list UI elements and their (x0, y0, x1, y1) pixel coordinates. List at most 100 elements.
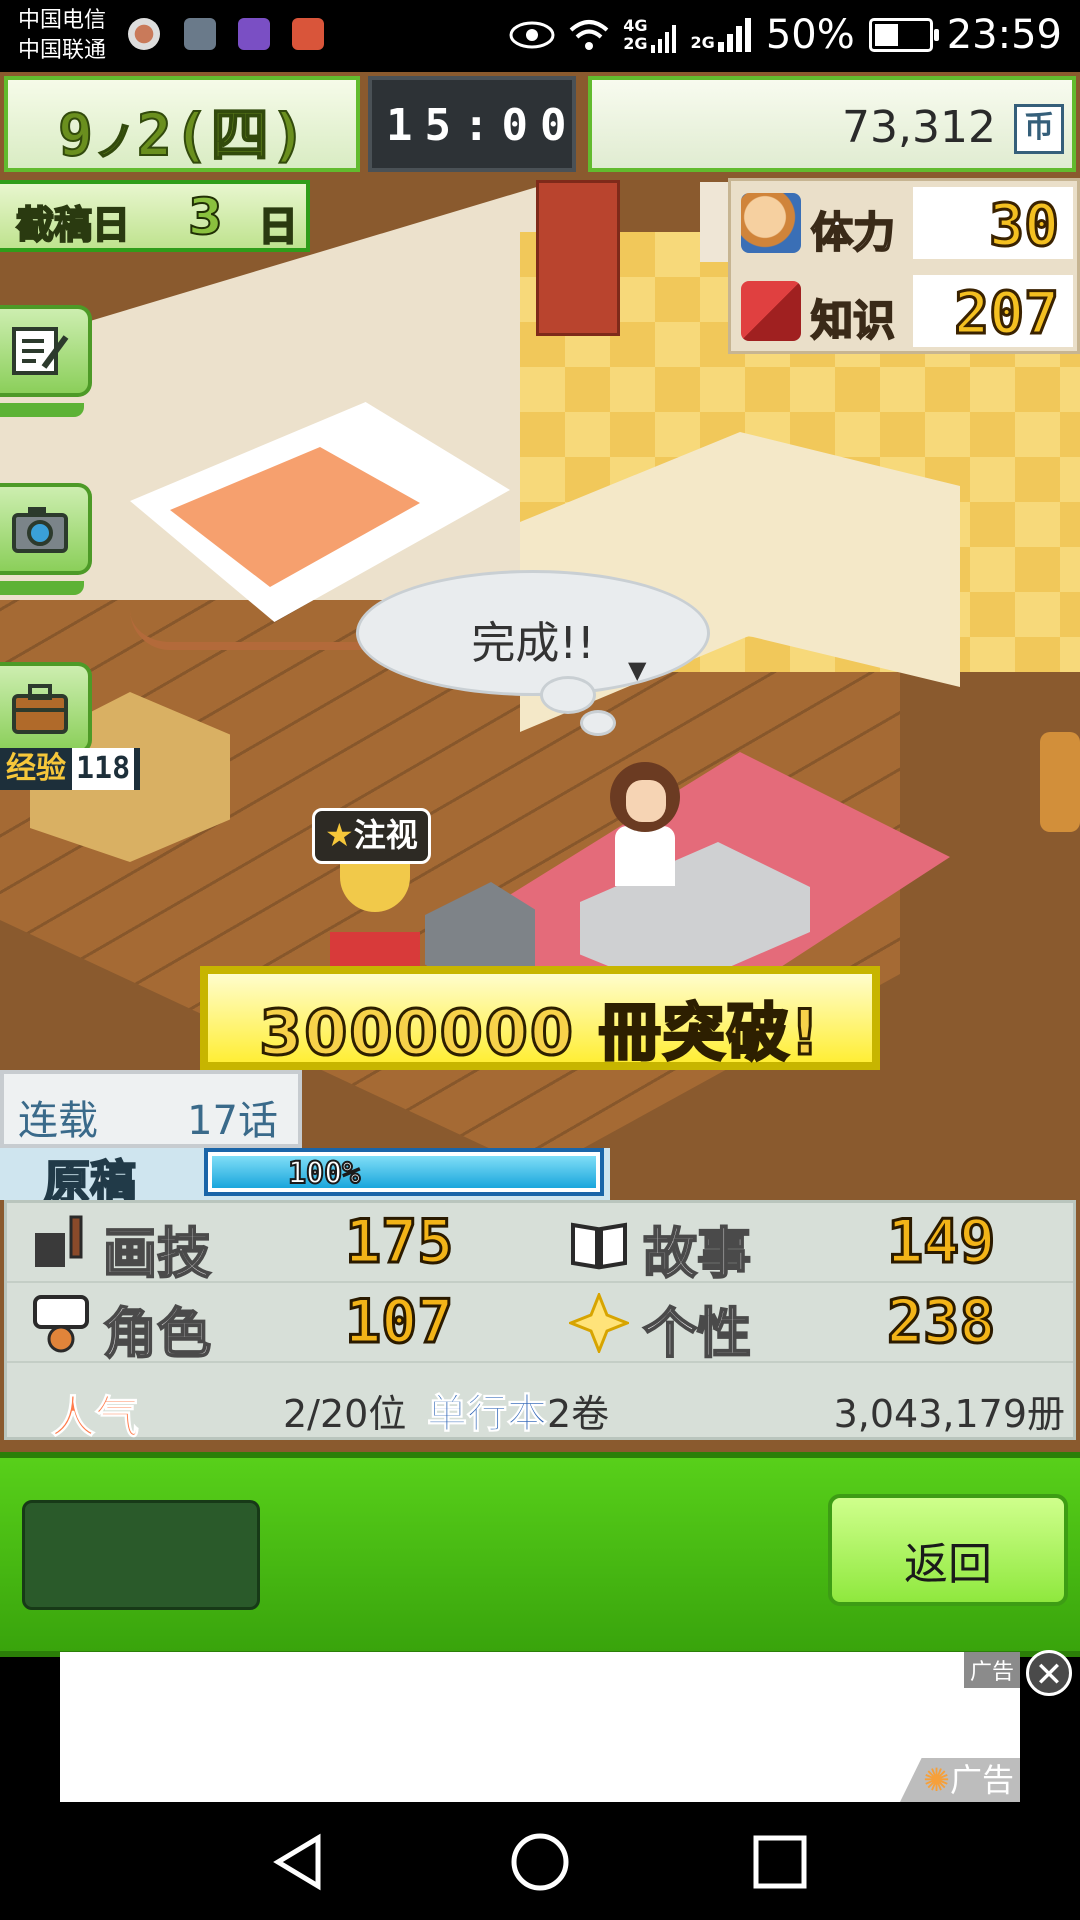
character-icon (33, 1295, 89, 1353)
progress-fill (212, 1156, 596, 1188)
eye-icon (509, 21, 555, 49)
clock: 23:59 (946, 12, 1062, 58)
date-weekday: (四) (173, 100, 308, 170)
action-bar: 返回 (0, 1452, 1080, 1657)
keyboard-icon (238, 18, 270, 50)
knowledge-value: 207 (953, 278, 1061, 349)
ad-tag: 广告 (963, 1652, 1020, 1688)
book-icon (741, 281, 801, 341)
wifi-icon (569, 20, 609, 50)
story-value: 149 (885, 1206, 996, 1279)
personality-label: 个性 (642, 1301, 752, 1366)
briefcase-icon (12, 684, 68, 734)
manuscript-progress: 原稿 100% (0, 1148, 610, 1210)
drawing-label: 画技 (102, 1221, 212, 1286)
mangaka-character[interactable] (605, 762, 685, 886)
network-type-1b: 2G (623, 34, 648, 53)
time-panel: 15:00 (368, 76, 576, 172)
home-nav-icon[interactable] (510, 1832, 570, 1892)
attention-tag[interactable]: ★注视 (312, 808, 431, 864)
attr-row-2: 角色 107 个性 238 (7, 1283, 1073, 1366)
date-sep: ノ (94, 118, 137, 166)
edit-icon (12, 327, 69, 375)
signal-bars-icon-2 (717, 18, 751, 52)
ad-logo-icon: ✺ (923, 1761, 950, 1799)
money-panel: 73,312 币 (588, 76, 1076, 172)
progress-bar: 100% (204, 1148, 604, 1196)
knowledge-box: 207 (913, 275, 1073, 349)
stamina-row: 体力 30 (731, 181, 1077, 265)
character-head (610, 762, 680, 832)
serialization-panel: 连载 17话 (0, 1070, 302, 1148)
recents-nav-icon[interactable] (750, 1832, 810, 1892)
serial-value: 17话 (187, 1098, 278, 1144)
player-stats-panel: 体力 30 知识 207 (728, 178, 1080, 354)
camera-menu-button[interactable] (0, 483, 92, 595)
back-button-label: 返回 (904, 1539, 992, 1590)
character-face (626, 780, 666, 822)
briefcase-menu-button[interactable] (0, 662, 92, 774)
game-time: 15:00 (386, 100, 579, 151)
volume-label: 单行本 (427, 1391, 548, 1438)
battery-percent: 50% (765, 12, 855, 58)
status-right: 4G 2G 2G 50% 23:59 (509, 12, 1062, 58)
popularity-value: 2/20位 (283, 1392, 407, 1436)
close-icon[interactable]: ✕ (1026, 1650, 1072, 1696)
experience-value: 118 (72, 748, 135, 790)
ad-corner-text: 广告 (949, 1761, 1014, 1799)
character-body (615, 826, 675, 886)
battery-icon (868, 18, 939, 52)
ad-corner-label: ✺广告 (900, 1758, 1020, 1802)
signal-1: 4G 2G (623, 17, 676, 53)
character-value: 107 (343, 1286, 454, 1359)
battery-fill (874, 24, 898, 46)
money-value: 73,312 (842, 102, 996, 153)
serial-label: 连载 (18, 1098, 98, 1144)
back-nav-icon[interactable] (270, 1832, 330, 1892)
open-book-icon (571, 1222, 627, 1270)
camera-icon (12, 507, 68, 553)
work-attributes-panel: 画技 175 故事 149 角色 107 个性 238 人气 2/20位 单行本… (4, 1200, 1076, 1444)
stamina-label: 体力 (810, 207, 896, 258)
character-label: 角色 (102, 1301, 212, 1366)
date-display: 9ノ2(四) (57, 88, 308, 172)
down-arrow-icon: ▼ (628, 656, 647, 684)
contact-icon (128, 18, 160, 50)
deadline-days: 3 (187, 187, 224, 247)
bubble-text: 完成!! (471, 618, 595, 669)
carrier-2: 中国联通 (18, 38, 107, 63)
sales-value: 3,043,179册 (833, 1392, 1065, 1436)
personality-value: 238 (885, 1286, 996, 1359)
knowledge-label: 知识 (810, 295, 896, 346)
assistant-character[interactable] (1040, 732, 1080, 832)
navigation-bar (0, 1802, 1080, 1920)
network-type-1: 4G (623, 16, 648, 35)
date-panel: 9ノ2(四) (4, 76, 360, 172)
app-icon (292, 18, 324, 50)
stamina-box: 30 (913, 187, 1073, 261)
milestone-text: 3000000 冊突破! (258, 995, 821, 1071)
knowledge-row: 知识 207 (731, 269, 1077, 353)
status-bar: 中国电信 中国联通 4G 2G 2G 50% 23:59 (0, 0, 1080, 72)
currency-icon: 币 (1014, 104, 1064, 154)
progress-text: 100% (287, 1155, 361, 1192)
disabled-button[interactable] (22, 1500, 260, 1610)
back-button[interactable]: 返回 (828, 1494, 1068, 1606)
date-day: 2 (136, 100, 174, 170)
edit-menu-button[interactable] (0, 305, 92, 417)
drawing-value: 175 (343, 1206, 454, 1279)
door[interactable] (536, 180, 620, 336)
sparkle-icon (569, 1293, 629, 1353)
bubble-tail-large (540, 676, 596, 714)
story-label: 故事 (642, 1221, 752, 1286)
muscle-icon (741, 193, 801, 253)
network-type-2: 2G (690, 33, 715, 52)
speech-bubble[interactable]: 完成!! (356, 570, 710, 696)
experience-badge: 经验 118 (0, 748, 141, 790)
signal-bars-icon (650, 25, 676, 53)
star-icon: ★ (325, 816, 354, 854)
popularity-label: 人气 (51, 1392, 140, 1444)
attr-row-1: 画技 175 故事 149 (7, 1203, 1073, 1286)
volume-value: 2卷 (547, 1392, 610, 1436)
ad-banner[interactable]: 广告 ✺广告 (60, 1652, 1020, 1802)
